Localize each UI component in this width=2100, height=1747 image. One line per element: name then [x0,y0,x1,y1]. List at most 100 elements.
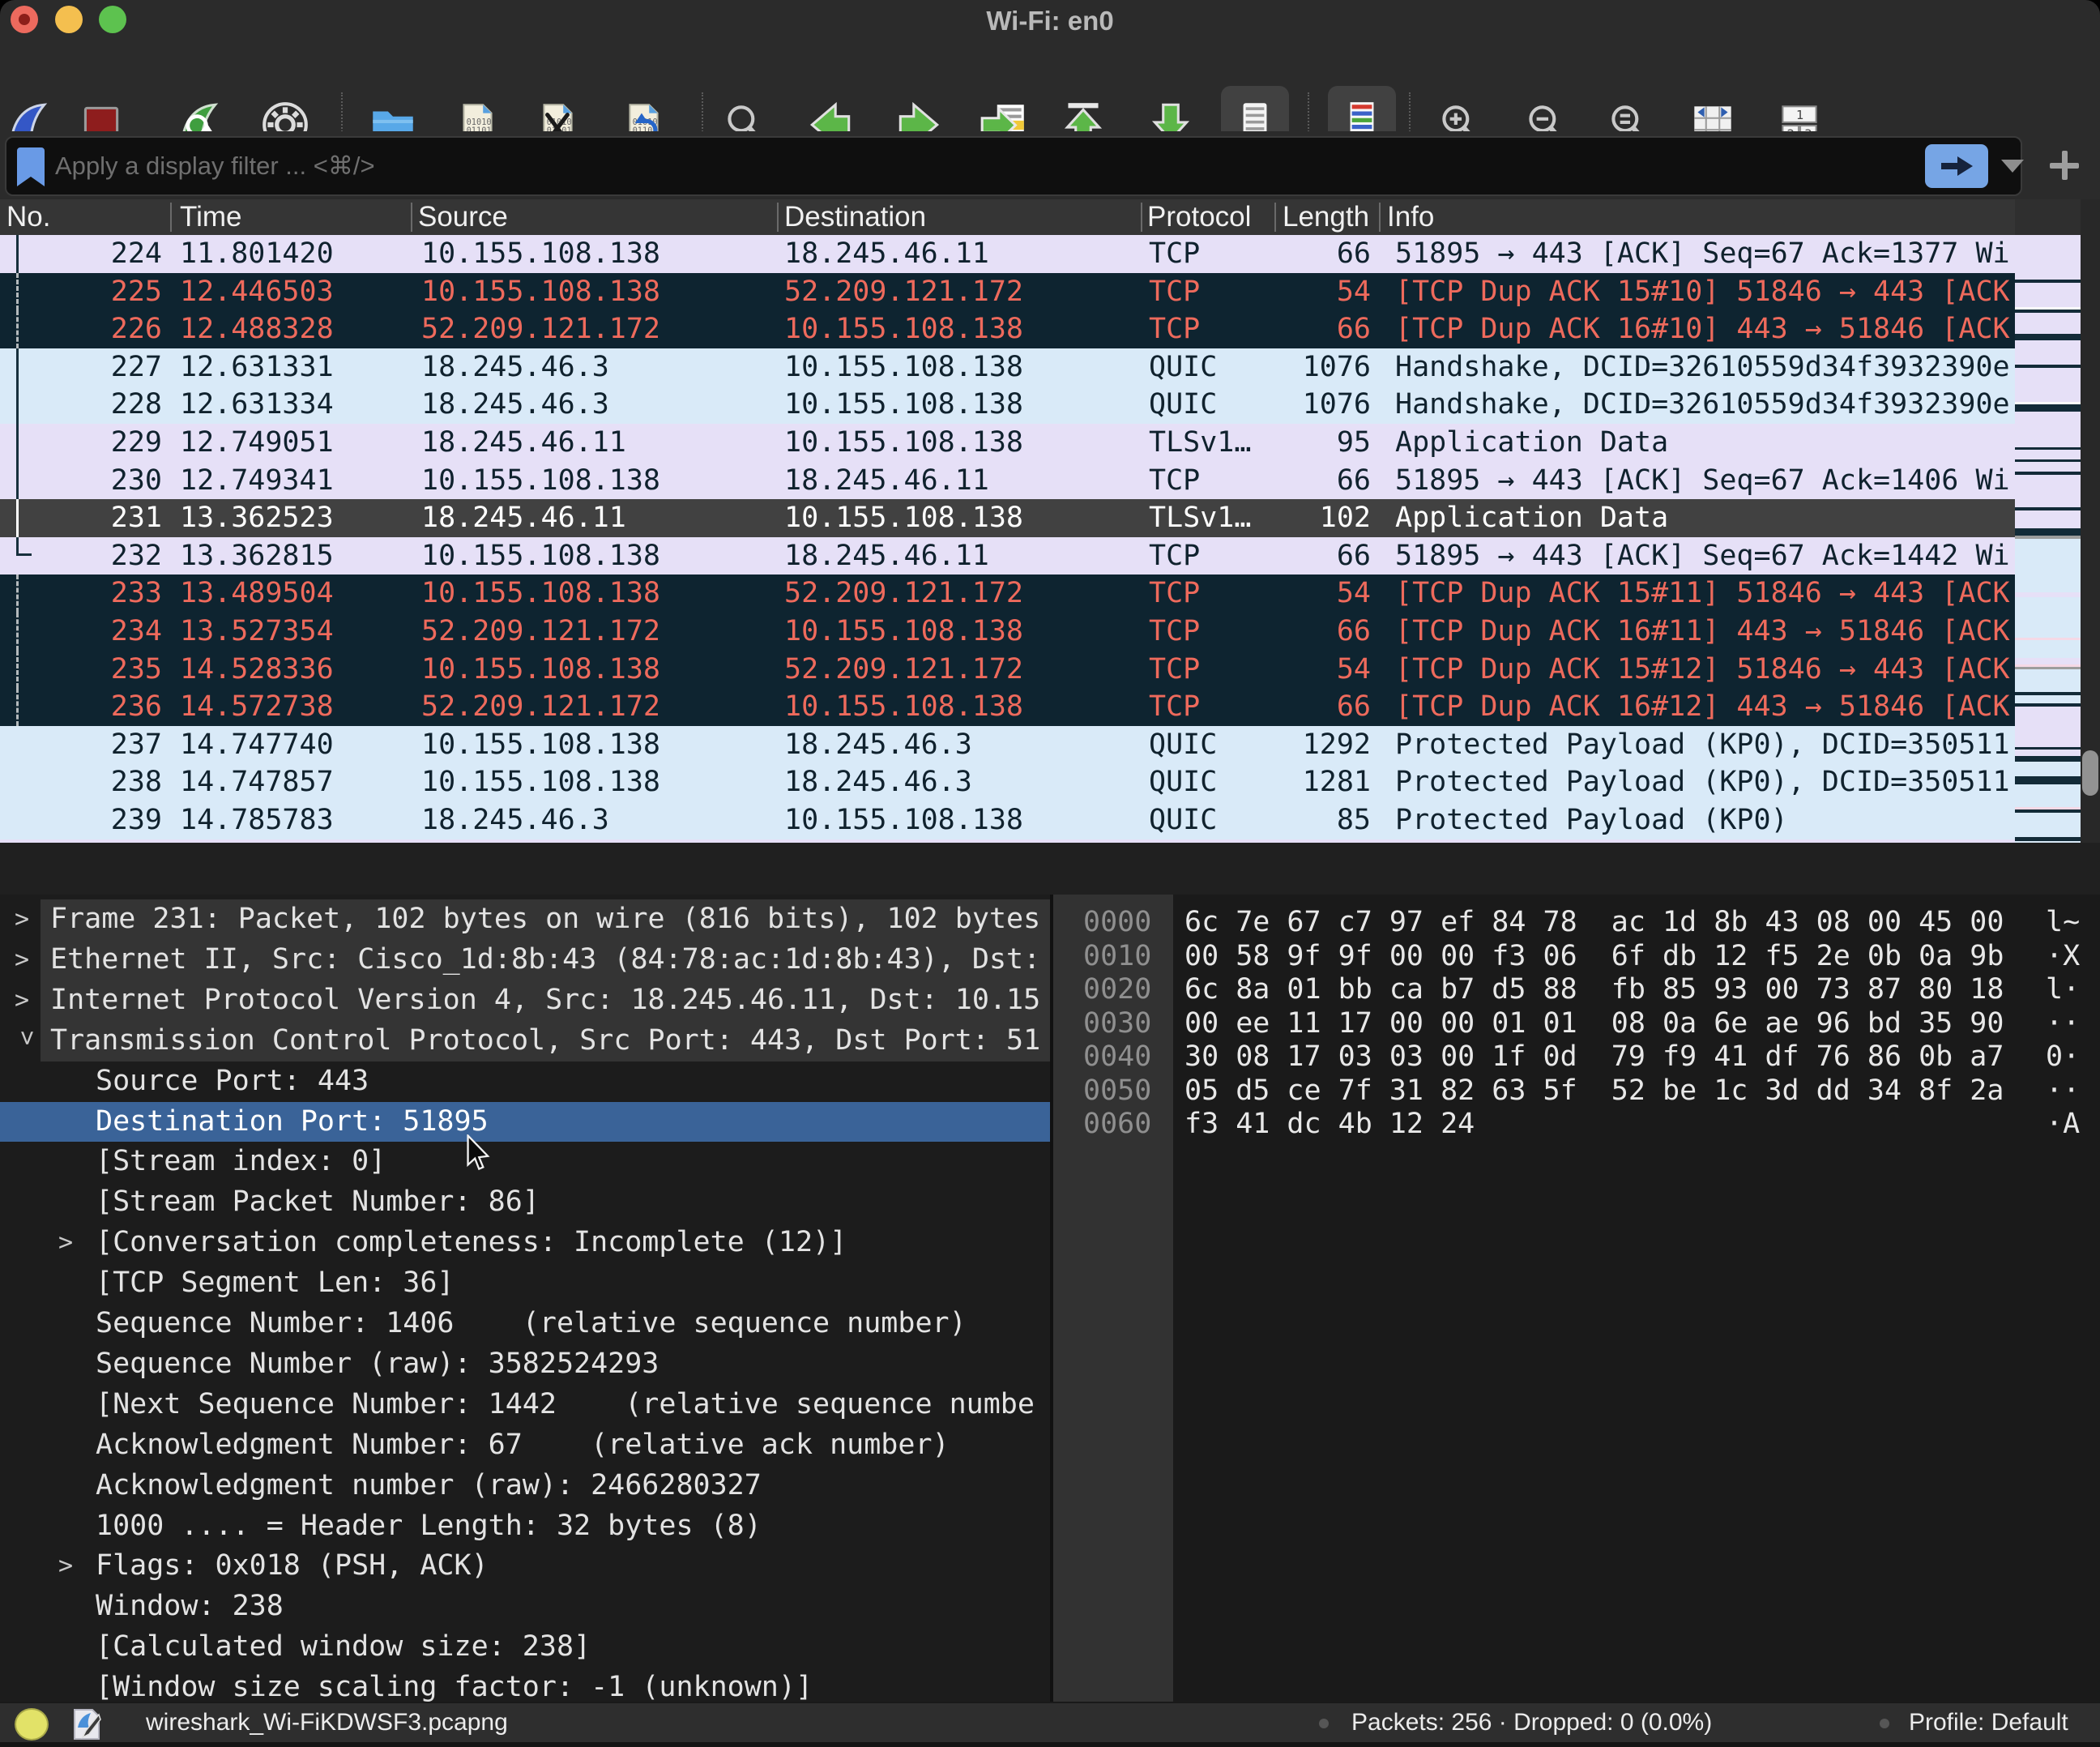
chevron-right-icon[interactable]: > [15,980,29,1021]
packet-row-233[interactable]: 23313.48950410.155.108.13852.209.121.172… [0,575,2015,613]
hex-bytes[interactable]: f3 41 dc 4b 12 24 [1184,1108,1475,1142]
packet-row-239[interactable]: 23914.78578318.245.46.310.155.108.138QUI… [0,801,2015,839]
detail-row[interactable]: > Flags: 0x018 (PSH, ACK) [0,1546,1050,1587]
profile-selector[interactable]: Profile: Default [1909,1703,2068,1742]
detail-row[interactable]: Acknowledgment number (raw): 2466280327 [0,1466,1050,1506]
hex-bytes[interactable]: 00 58 9f 9f 00 00 f3 06 6f db 12 f5 2e 0… [1184,940,2004,974]
pane-splitter[interactable] [0,843,2100,895]
cell-destination: 52.209.121.172 [784,273,1141,311]
column-separator[interactable] [1379,203,1381,232]
chevron-right-icon[interactable]: > [58,1223,73,1263]
hex-bytes[interactable]: 05 d5 ce 7f 31 82 63 5f 52 be 1c 3d dd 3… [1184,1074,2004,1108]
hex-bytes[interactable]: 6c 8a 01 bb ca b7 d5 88 fb 85 93 00 73 8… [1184,973,2004,1007]
detail-text: Flags: 0x018 (PSH, ACK) [96,1546,489,1587]
detail-row[interactable]: Destination Port: 51895 [0,1102,1050,1143]
filter-bookmark-icon[interactable] [16,146,45,192]
packet-row-232[interactable]: 23213.36281510.155.108.13818.245.46.11TC… [0,537,2015,575]
column-header-destination[interactable]: Destination [784,199,926,235]
add-filter-button[interactable] [2042,143,2087,188]
detail-row[interactable]: 1000 .... = Header Length: 32 bytes (8) [0,1506,1050,1547]
detail-row[interactable]: [Window size scaling factor: -1 (unknown… [0,1668,1050,1702]
column-separator[interactable] [1141,203,1142,232]
hex-bytes[interactable]: 6c 7e 67 c7 97 ef 84 78 ac 1d 8b 43 08 0… [1184,906,2004,940]
detail-row[interactable]: >Internet Protocol Version 4, Src: 18.24… [0,980,1050,1021]
detail-row[interactable]: Source Port: 443 [0,1061,1050,1102]
column-header-source[interactable]: Source [418,199,508,235]
filter-dropdown-caret[interactable] [2001,160,2024,173]
detail-row[interactable]: >[Conversation completeness: Incomplete … [0,1223,1050,1263]
capture-comment-icon[interactable] [71,1706,104,1746]
chevron-right-icon[interactable]: > [15,940,29,980]
detail-row[interactable]: [TCP Segment Len: 36] [0,1263,1050,1304]
minimap-stripe [2015,528,2081,536]
scrollbar-track[interactable] [2081,199,2100,843]
column-separator[interactable] [777,203,779,232]
cell-info: Application Data [1395,499,2015,537]
cell-protocol: TLSv1… [1149,499,1270,537]
scrollbar-thumb[interactable] [2082,750,2098,796]
packet-row-234[interactable]: 23413.52735452.209.121.17210.155.108.138… [0,613,2015,651]
apply-filter-button[interactable] [1925,144,1988,188]
cell-destination: 52.209.121.172 [784,575,1141,613]
detail-row[interactable]: Sequence Number (raw): 3582524293 [0,1344,1050,1385]
hex-ascii[interactable]: l~ [2046,906,2080,940]
cell-protocol: QUIC [1149,348,1270,387]
detail-row[interactable]: >Frame 231: Packet, 102 bytes on wire (8… [0,899,1050,940]
detail-row[interactable]: [Stream Packet Number: 86] [0,1182,1050,1223]
column-header-no[interactable]: No. [6,199,50,235]
column-header-info[interactable]: Info [1387,199,1434,235]
packet-row-226[interactable]: 22612.48832852.209.121.17210.155.108.138… [0,310,2015,348]
detail-row[interactable]: Window: 238 [0,1587,1050,1627]
packet-row-228[interactable]: 22812.63133418.245.46.310.155.108.138QUI… [0,386,2015,424]
cell-time: 14.785783 [180,801,415,839]
hex-bytes[interactable]: 00 ee 11 17 00 00 01 01 08 0a 6e ae 96 b… [1184,1007,2004,1041]
column-separator[interactable] [170,203,172,232]
cell-info: [TCP Dup ACK 16#12] 443 → 51846 [ACK [1395,688,2015,726]
packet-row-225[interactable]: 22512.44650310.155.108.13852.209.121.172… [0,273,2015,311]
packet-row-224[interactable]: 22411.80142010.155.108.13818.245.46.11TC… [0,235,2015,273]
column-header-length[interactable]: Length [1283,199,1369,235]
packet-row-229[interactable]: 22912.74905118.245.46.1110.155.108.138TL… [0,424,2015,462]
detail-row[interactable]: [Next Sequence Number: 1442 (relative se… [0,1385,1050,1425]
packet-row-227[interactable]: 22712.63133118.245.46.310.155.108.138QUI… [0,348,2015,387]
hex-ascii[interactable]: 0· [2046,1040,2080,1074]
packet-list-minimap[interactable] [2015,235,2081,843]
cell-no: 225 [0,273,162,311]
packet-row-236[interactable]: 23614.57273852.209.121.17210.155.108.138… [0,688,2015,726]
detail-row[interactable]: Acknowledgment Number: 67 (relative ack … [0,1425,1050,1466]
hex-ascii[interactable]: ·· [2046,1007,2080,1041]
cell-destination: 18.245.46.3 [784,726,1141,764]
window-title: Wi-Fi: en0 [0,0,2100,42]
detail-row[interactable]: [Calculated window size: 238] [0,1627,1050,1668]
detail-text: [Next Sequence Number: 1442 (relative se… [96,1385,1035,1425]
detail-row[interactable]: Sequence Number: 1406 (relative sequence… [0,1304,1050,1344]
detail-text: Destination Port: 51895 [96,1102,489,1143]
detail-row[interactable]: >Ethernet II, Src: Cisco_1d:8b:43 (84:78… [0,940,1050,980]
column-separator[interactable] [411,203,412,232]
packet-row-230[interactable]: 23012.74934110.155.108.13818.245.46.11TC… [0,462,2015,500]
column-separator[interactable] [1274,203,1276,232]
packet-row-237[interactable]: 23714.74774010.155.108.13818.245.46.3QUI… [0,726,2015,764]
expert-info-button[interactable] [15,1708,49,1741]
chevron-right-icon[interactable]: > [15,899,29,940]
column-header-protocol[interactable]: Protocol [1147,199,1251,235]
detail-row[interactable]: >Transmission Control Protocol, Src Port… [0,1021,1050,1061]
minimap-stripe [2015,658,2081,664]
chevron-down-icon[interactable]: > [6,1031,47,1045]
hex-ascii[interactable]: ·X [2046,940,2080,974]
packet-row-231[interactable]: 23113.36252318.245.46.1110.155.108.138TL… [0,499,2015,537]
column-header-time[interactable]: Time [180,199,241,235]
packet-row-235[interactable]: 23514.52833610.155.108.13852.209.121.172… [0,651,2015,689]
cell-length: 1076 [1264,348,1371,387]
cell-length: 66 [1264,462,1371,500]
detail-row[interactable]: [Stream index: 0] [0,1142,1050,1182]
packet-row-238[interactable]: 23814.74785710.155.108.13818.245.46.3QUI… [0,763,2015,801]
hex-bytes[interactable]: 30 08 17 03 03 00 1f 0d 79 f9 41 df 76 8… [1184,1040,2004,1074]
minimap-stripe [2015,750,2081,756]
chevron-right-icon[interactable]: > [58,1546,73,1587]
hex-ascii[interactable]: ·· [2046,1074,2080,1108]
hex-ascii[interactable]: l· [2046,973,2080,1007]
cell-info: Protected Payload (KP0) [1395,801,2015,839]
display-filter-input[interactable]: Apply a display filter ... <⌘/> [5,136,2022,196]
hex-ascii[interactable]: ·A [2046,1108,2080,1142]
